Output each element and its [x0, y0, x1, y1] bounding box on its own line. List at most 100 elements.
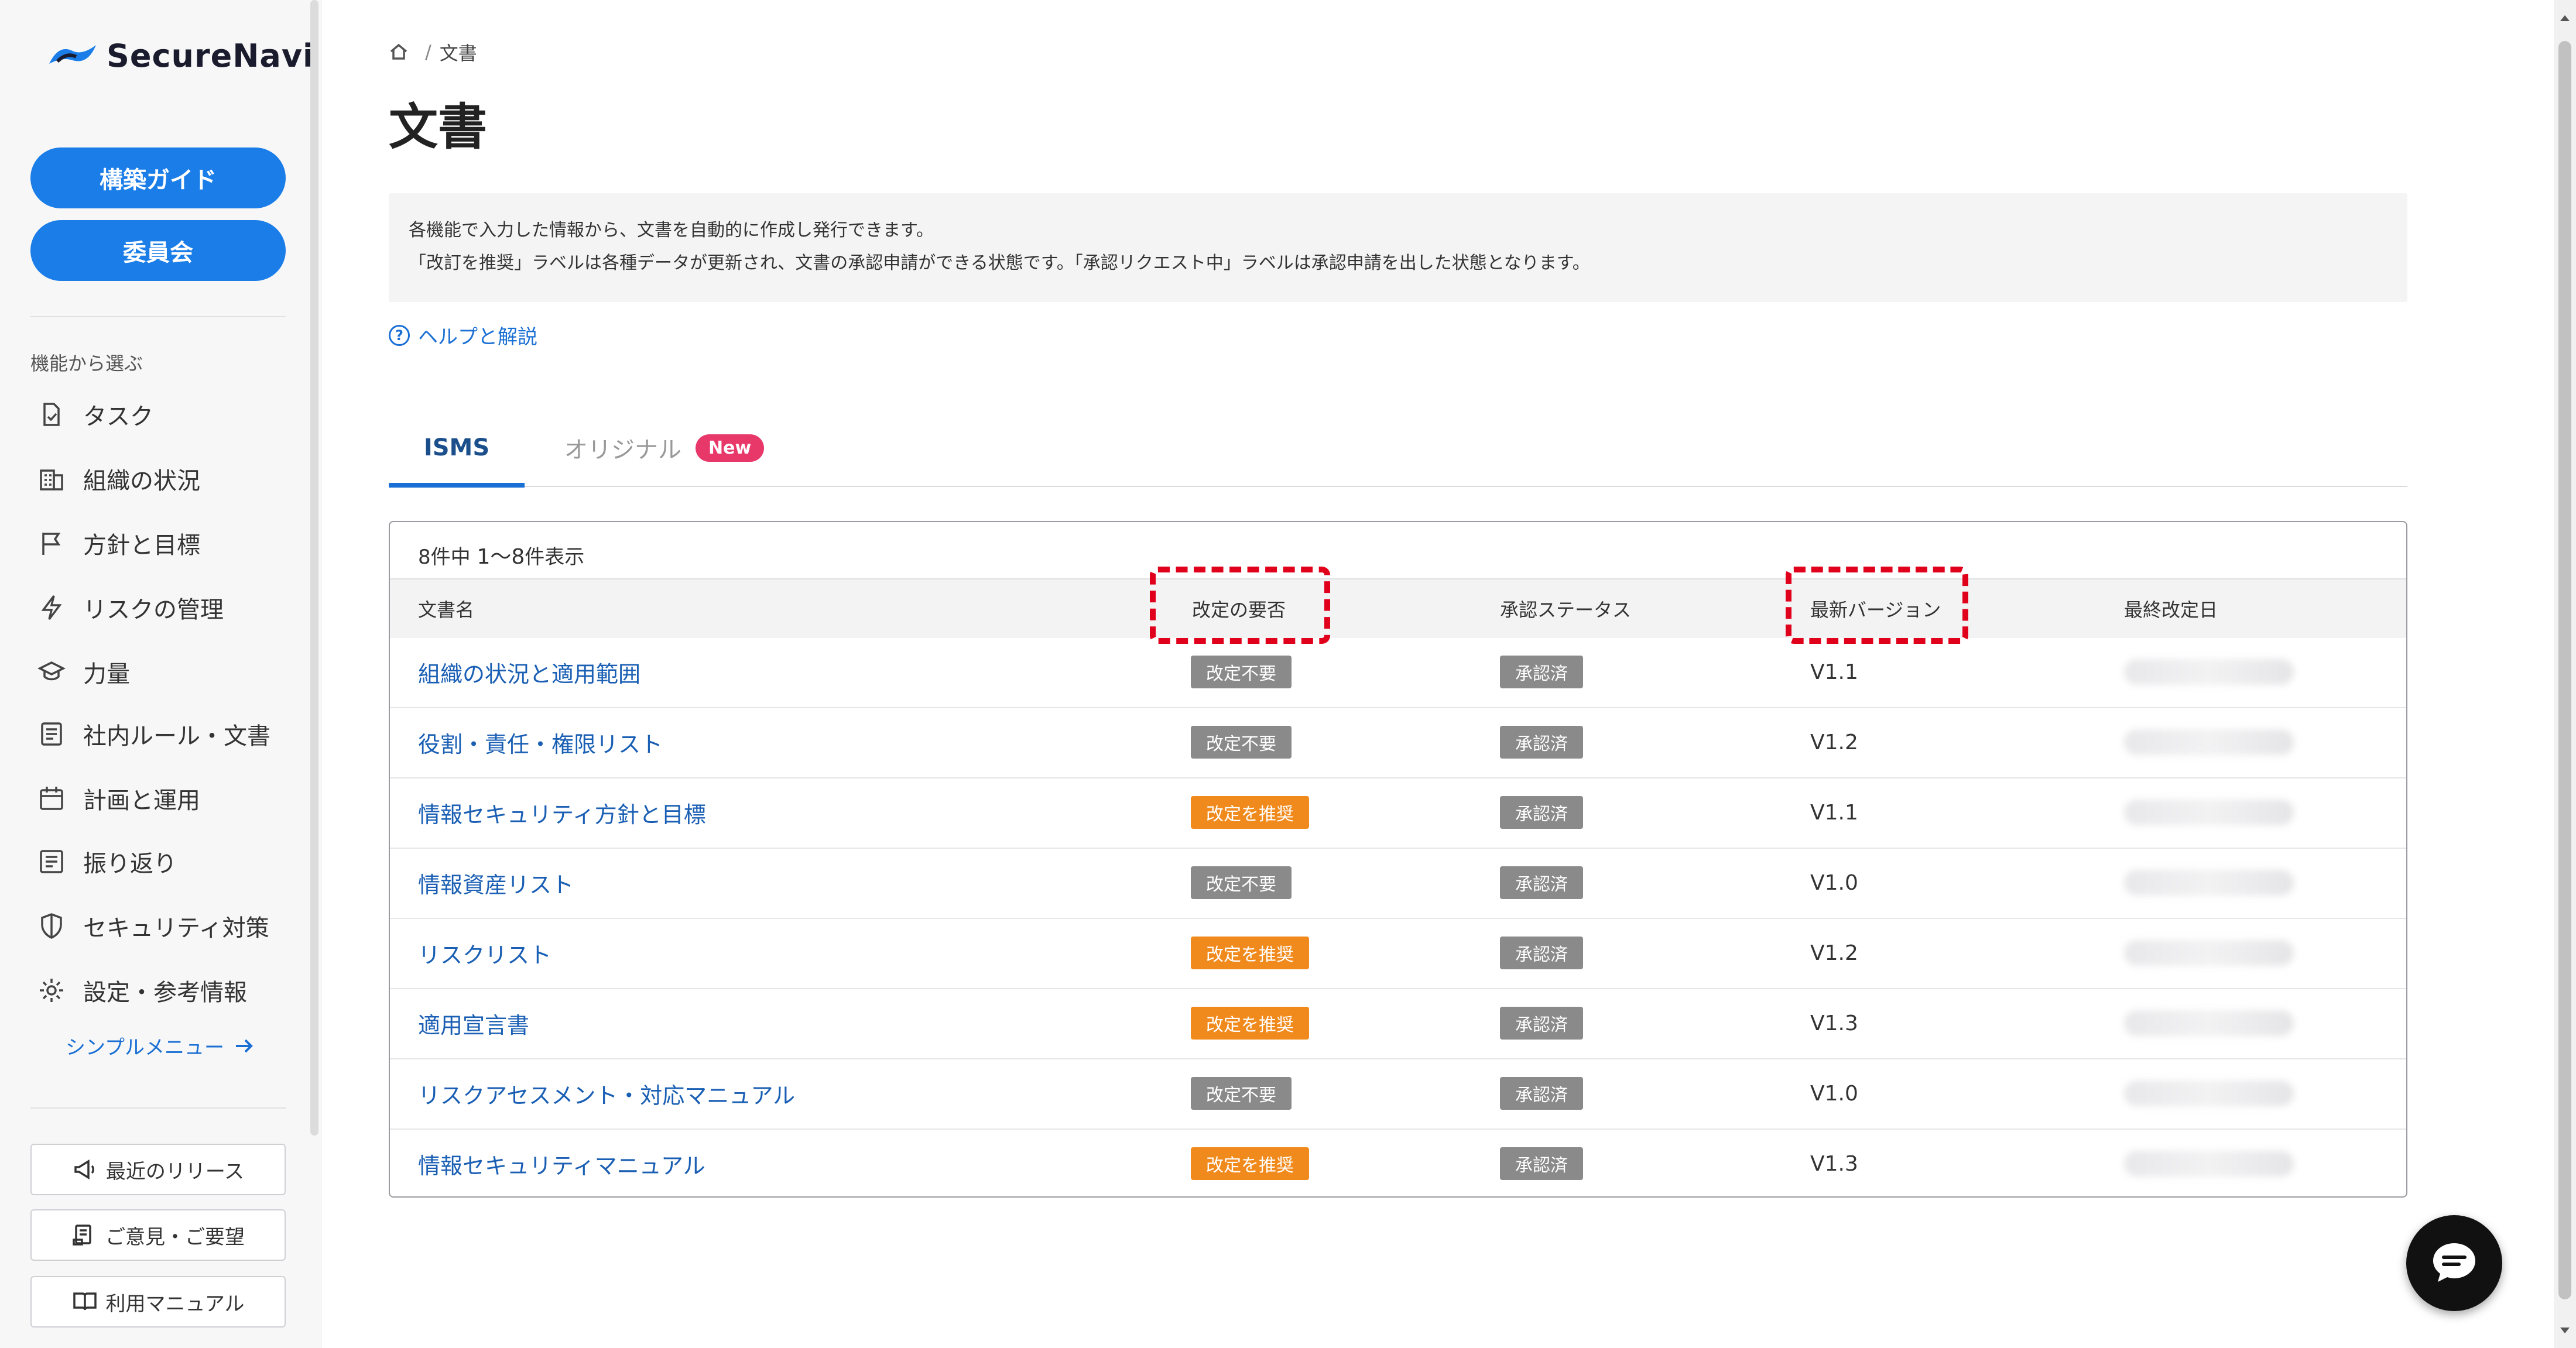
flag-icon	[35, 527, 68, 560]
tab-isms[interactable]: ISMS	[389, 410, 525, 488]
sidebar-item-settings[interactable]: 設定・参考情報	[35, 966, 304, 1015]
megaphone-icon	[74, 1159, 94, 1180]
document-name-link[interactable]: 組織の状況と適用範囲	[418, 656, 640, 688]
brand-name: SecureNavi	[107, 37, 314, 74]
tab-label: オリジナル	[564, 437, 681, 464]
table-row[interactable]: 情報セキュリティマニュアル 改定を推奨 承認済 V1.3	[390, 1129, 2406, 1196]
sidebar-item-policy[interactable]: 方針と目標	[35, 519, 304, 568]
calendar-icon	[35, 782, 68, 815]
version-value: V1.0	[1810, 870, 1858, 895]
table-body: 組織の状況と適用範囲 改定不要 承認済 V1.1 役割・責任・権限リスト 改定不要 承認済 V…	[390, 637, 2406, 1196]
gear-icon	[35, 974, 68, 1007]
brand-logo[interactable]: SecureNavi	[47, 35, 314, 76]
breadcrumb: / 文書	[389, 39, 477, 66]
table-row[interactable]: 情報資産リスト 改定不要 承認済 V1.0	[390, 848, 2406, 919]
graduation-cap-icon	[35, 656, 68, 688]
tab-original[interactable]: オリジナル New	[564, 410, 765, 486]
column-header-status[interactable]: 承認ステータス	[1500, 579, 1631, 638]
sidebar-item-label: セキュリティ対策	[83, 915, 269, 942]
sidebar-item-label: 方針と目標	[83, 532, 200, 559]
sidebar-item-label: 社内ルール・文書	[83, 723, 270, 750]
version-value: V1.2	[1810, 730, 1858, 754]
recent-releases-button[interactable]: 最近のリリース	[30, 1144, 286, 1195]
document-name-link[interactable]: リスクリスト	[418, 937, 551, 969]
committee-button[interactable]: 委員会	[30, 220, 286, 281]
feedback-label: ご意見・ご要望	[105, 1225, 245, 1249]
column-header-last-revised[interactable]: 最終改定日	[2124, 579, 2218, 638]
recent-releases-label: 最近のリリース	[105, 1160, 245, 1184]
result-count: 8件中 1〜8件表示	[418, 540, 584, 570]
last-revised-date-redacted	[2124, 729, 2294, 755]
last-revised-date-redacted	[2124, 940, 2294, 966]
sidebar-item-review[interactable]: 振り返り	[35, 837, 304, 886]
sidebar-divider	[30, 1107, 286, 1109]
sidebar-scrollbar[interactable]	[310, 0, 318, 1136]
sidebar: SecureNavi 構築ガイド 委員会 機能から選ぶ タスク 組織の状況 方針…	[0, 0, 321, 1348]
scrollbar-thumb[interactable]	[2558, 41, 2571, 1299]
status-badge: 承認済	[1500, 937, 1583, 969]
table-row[interactable]: 情報セキュリティ方針と目標 改定を推奨 承認済 V1.1	[390, 777, 2406, 849]
document-name-link[interactable]: 情報セキュリティ方針と目標	[418, 797, 706, 829]
document-name-link[interactable]: リスクアセスメント・対応マニュアル	[418, 1078, 795, 1110]
chat-bubble-icon	[2433, 1243, 2475, 1282]
table-row[interactable]: 組織の状況と適用範囲 改定不要 承認済 V1.1	[390, 637, 2406, 708]
info-text-line: 「改訂を推奨」ラベルは各種データが更新され、文書の承認申請ができる状態です。「承…	[409, 253, 1590, 273]
bolt-icon	[35, 591, 68, 624]
sidebar-item-label: 計画と運用	[83, 787, 200, 814]
sidebar-item-label: 設定・参考情報	[83, 979, 247, 1006]
document-name-link[interactable]: 情報セキュリティマニュアル	[418, 1148, 705, 1180]
revision-badge: 改定不要	[1191, 726, 1292, 759]
table-row[interactable]: 適用宣言書 改定を推奨 承認済 V1.3	[390, 988, 2406, 1059]
sidebar-item-security[interactable]: セキュリティ対策	[35, 901, 304, 951]
arrow-right-icon	[235, 1039, 253, 1052]
build-guide-button[interactable]: 構築ガイド	[30, 148, 286, 208]
status-badge: 承認済	[1500, 1077, 1583, 1110]
breadcrumb-current: 文書	[439, 42, 477, 64]
document-name-link[interactable]: 情報資産リスト	[418, 867, 574, 899]
sidebar-item-planning[interactable]: 計画と運用	[35, 774, 304, 823]
table-row[interactable]: リスクリスト 改定を推奨 承認済 V1.2	[390, 918, 2406, 989]
version-value: V1.3	[1810, 1011, 1858, 1035]
sidebar-item-rules[interactable]: 社内ルール・文書	[35, 709, 304, 759]
table-row[interactable]: リスクアセスメント・対応マニュアル 改定不要 承認済 V1.0	[390, 1058, 2406, 1130]
revision-badge: 改定を推奨	[1191, 937, 1309, 969]
info-box: 各機能で入力した情報から、文書を自動的に作成し発行できます。 「改訂を推奨」ラベ…	[389, 193, 2407, 302]
sidebar-item-label: 振り返り	[83, 850, 177, 877]
book-icon	[73, 1292, 97, 1311]
status-badge: 承認済	[1500, 866, 1583, 899]
home-icon[interactable]	[389, 42, 409, 62]
last-revised-date-redacted	[2124, 659, 2294, 685]
column-header-name[interactable]: 文書名	[418, 579, 474, 638]
help-link[interactable]: ? ヘルプと解説	[389, 321, 537, 349]
last-revised-date-redacted	[2124, 800, 2294, 825]
tab-label: ISMS	[423, 434, 490, 461]
feedback-button[interactable]: ご意見・ご要望	[30, 1209, 286, 1261]
user-manual-button[interactable]: 利用マニュアル	[30, 1276, 286, 1328]
last-revised-date-redacted	[2124, 1081, 2294, 1106]
breadcrumb-separator: /	[425, 41, 431, 63]
info-text-line: 各機能で入力した情報から、文書を自動的に作成し発行できます。	[409, 220, 934, 241]
last-revised-date-redacted	[2124, 1010, 2294, 1036]
page-title: 文書	[389, 98, 488, 156]
document-name-link[interactable]: 役割・責任・権限リスト	[418, 726, 663, 759]
status-badge: 承認済	[1500, 656, 1583, 688]
document-name-link[interactable]: 適用宣言書	[418, 1007, 529, 1040]
table-row[interactable]: 役割・責任・権限リスト 改定不要 承認済 V1.2	[390, 707, 2406, 778]
sidebar-item-risk[interactable]: リスクの管理	[35, 583, 304, 632]
sidebar-item-task[interactable]: タスク	[35, 390, 304, 439]
scroll-up-icon[interactable]	[2558, 12, 2571, 25]
simple-menu-link[interactable]: シンプルメニュー	[66, 1031, 256, 1060]
revision-badge: 改定を推奨	[1191, 796, 1309, 829]
version-value: V1.3	[1810, 1151, 1858, 1176]
status-badge: 承認済	[1500, 1007, 1583, 1040]
sidebar-item-organization[interactable]: 組織の状況	[35, 454, 304, 503]
tab-bar: ISMS オリジナル New	[389, 410, 2407, 488]
sidebar-item-competence[interactable]: 力量	[35, 647, 304, 697]
page-scrollbar[interactable]	[2554, 0, 2576, 1348]
scroll-down-icon[interactable]	[2558, 1324, 2571, 1337]
documents-table: 8件中 1〜8件表示 文書名 改定の要否 承認ステータス 最新バージョン 最終改…	[389, 521, 2407, 1198]
simple-menu-label: シンプルメニュー	[66, 1036, 224, 1059]
chat-button[interactable]	[2406, 1215, 2502, 1311]
last-revised-date-redacted	[2124, 1151, 2294, 1177]
status-badge: 承認済	[1500, 1147, 1583, 1180]
